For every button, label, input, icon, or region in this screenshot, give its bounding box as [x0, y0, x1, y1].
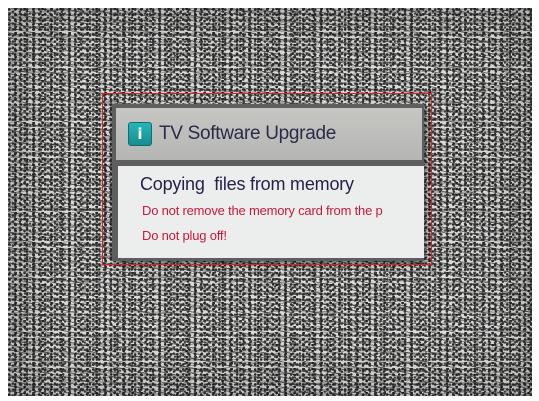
highlight-box [102, 93, 432, 265]
photo-frame: i TV Software Upgrade Copying files from… [0, 0, 539, 401]
